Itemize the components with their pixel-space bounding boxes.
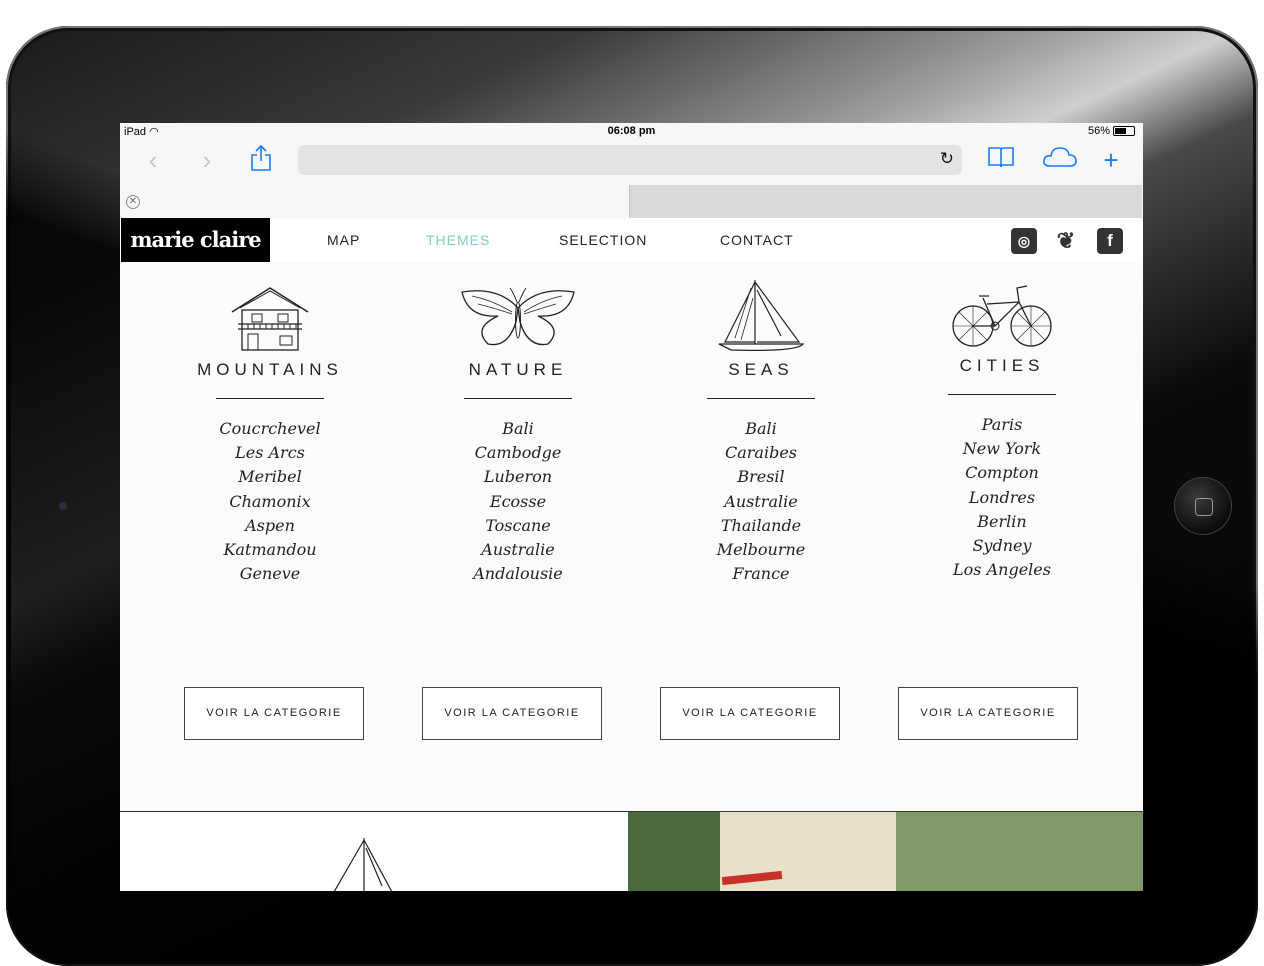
voir-nature-button[interactable]: VOIR LA CATEGORIE	[422, 687, 602, 740]
reload-icon[interactable]: ↻	[940, 149, 954, 169]
url-bar[interactable]: ↻	[298, 145, 962, 175]
battery-percent: 56%	[1087, 125, 1110, 137]
divider	[216, 398, 324, 399]
tab-strip: ✕	[120, 185, 1143, 218]
place-item[interactable]: Toscane	[398, 514, 638, 538]
home-button[interactable]	[1175, 478, 1231, 534]
place-item[interactable]: Australie	[641, 490, 881, 514]
place-item[interactable]: Caraibes	[641, 441, 881, 465]
featured-photo[interactable]	[628, 812, 1143, 891]
place-item[interactable]: Ecosse	[398, 490, 638, 514]
nav-map[interactable]: MAP	[327, 232, 360, 248]
sailboat-icon	[333, 838, 393, 891]
place-item[interactable]: Paris	[882, 413, 1122, 437]
bookmarks-button[interactable]	[986, 145, 1016, 175]
voir-cities-button[interactable]: VOIR LA CATEGORIE	[898, 687, 1078, 740]
category-mountains: MOUNTAINS Coucrchevel Les Arcs Meribel C…	[150, 278, 390, 586]
place-list: Paris New York Compton Londres Berlin Sy…	[882, 413, 1122, 582]
instagram-icon[interactable]: ◎	[1011, 228, 1037, 254]
cloud-icon	[1043, 147, 1077, 167]
place-item[interactable]: Los Angeles	[882, 558, 1122, 582]
place-item[interactable]: Berlin	[882, 510, 1122, 534]
place-item[interactable]: Bali	[398, 417, 638, 441]
divider	[464, 398, 572, 399]
place-item[interactable]: Melbourne	[641, 538, 881, 562]
category-cities: CITIES Paris New York Compton Londres Be…	[882, 278, 1122, 582]
place-item[interactable]: Meribel	[150, 465, 390, 489]
camera-dot	[59, 502, 67, 510]
place-item[interactable]: Chamonix	[150, 490, 390, 514]
status-time: 06:08 pm	[607, 125, 656, 137]
place-list: Coucrchevel Les Arcs Meribel Chamonix As…	[150, 417, 390, 586]
divider	[707, 398, 815, 399]
voir-mountains-button[interactable]: VOIR LA CATEGORIE	[184, 687, 364, 740]
new-tab-button[interactable]: +	[1096, 145, 1126, 175]
place-item[interactable]: Geneve	[150, 562, 390, 586]
twitter-icon[interactable]: ❦	[1053, 228, 1079, 254]
category-title: CITIES	[959, 356, 1045, 375]
place-item[interactable]: Thailande	[641, 514, 881, 538]
forward-button[interactable]: ›	[192, 145, 222, 175]
place-list: Bali Cambodge Luberon Ecosse Toscane Aus…	[398, 417, 638, 586]
category-title: NATURE	[468, 360, 568, 379]
home-square-icon	[1195, 498, 1213, 516]
place-item[interactable]: Luberon	[398, 465, 638, 489]
place-item[interactable]: Les Arcs	[150, 441, 390, 465]
back-button[interactable]: ‹	[138, 145, 168, 175]
category-nature: NATURE Bali Cambodge Luberon Ecosse Tosc…	[398, 278, 638, 586]
place-list: Bali Caraibes Bresil Australie Thailande…	[641, 417, 881, 586]
place-item[interactable]: France	[641, 562, 881, 586]
place-item[interactable]: Londres	[882, 486, 1122, 510]
nav-themes[interactable]: THEMES	[426, 232, 490, 248]
place-item[interactable]: Cambodge	[398, 441, 638, 465]
butterfly-icon	[461, 287, 575, 346]
browser-toolbar: ‹ › ↻ +	[120, 141, 1143, 185]
category-title: SEAS	[728, 360, 794, 379]
place-item[interactable]: Coucrchevel	[150, 417, 390, 441]
place-item[interactable]: Compton	[882, 461, 1122, 485]
place-item[interactable]: Aspen	[150, 514, 390, 538]
place-item[interactable]: Australie	[398, 538, 638, 562]
photo-foliage-left	[628, 812, 723, 891]
inactive-tab[interactable]	[629, 185, 1142, 218]
battery-icon	[1113, 126, 1135, 136]
place-item[interactable]: Bali	[641, 417, 881, 441]
status-bar: iPad ◠ 06:08 pm 56%	[120, 123, 1143, 141]
place-item[interactable]: Andalousie	[398, 562, 638, 586]
close-tab-icon[interactable]: ✕	[126, 195, 140, 209]
chalet-icon	[231, 287, 309, 351]
place-item[interactable]: Katmandou	[150, 538, 390, 562]
place-item[interactable]: New York	[882, 437, 1122, 461]
featured-left-panel[interactable]	[120, 812, 628, 891]
place-item[interactable]: Sydney	[882, 534, 1122, 558]
nav-contact[interactable]: CONTACT	[720, 232, 794, 248]
voir-seas-button[interactable]: VOIR LA CATEGORIE	[660, 687, 840, 740]
sailboat-icon	[718, 280, 805, 352]
status-right: 56%	[1088, 125, 1135, 137]
bicycle-icon	[952, 285, 1052, 347]
nav-selection[interactable]: SELECTION	[559, 232, 647, 248]
category-title: MOUNTAINS	[197, 360, 343, 379]
facebook-icon[interactable]: f	[1097, 228, 1123, 254]
screen: iPad ◠ 06:08 pm 56% ‹ › ↻ + ✕ marie clai…	[120, 123, 1143, 891]
cloud-tabs-button[interactable]	[1040, 145, 1080, 175]
website: marie claire MAP THEMES SELECTION CONTAC…	[120, 218, 1143, 891]
site-nav: marie claire MAP THEMES SELECTION CONTAC…	[120, 218, 1143, 262]
site-logo[interactable]: marie claire	[121, 218, 270, 262]
book-icon	[988, 147, 1014, 168]
share-button[interactable]	[246, 144, 276, 175]
share-icon	[251, 144, 271, 171]
featured-strip	[120, 811, 1143, 891]
place-item[interactable]: Bresil	[641, 465, 881, 489]
divider	[948, 394, 1056, 395]
category-seas: SEAS Bali Caraibes Bresil Australie Thai…	[641, 278, 881, 586]
photo-window	[896, 812, 1143, 891]
